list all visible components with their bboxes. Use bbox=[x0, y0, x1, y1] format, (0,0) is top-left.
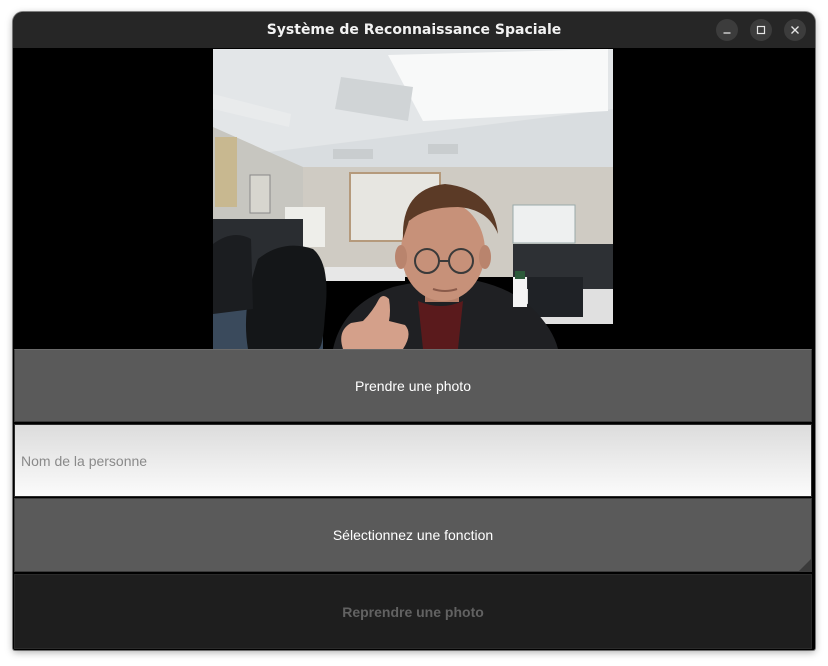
function-select-label: Sélectionnez une fonction bbox=[332, 527, 494, 543]
window-title: Système de Reconnaissance Spaciale bbox=[266, 22, 562, 38]
person-name-input[interactable] bbox=[14, 424, 812, 497]
title-bar[interactable]: Système de Reconnaissance Spaciale bbox=[13, 12, 815, 48]
take-photo-button[interactable]: Prendre une photo bbox=[14, 349, 812, 422]
app-window: Système de Reconnaissance Spaciale Prend… bbox=[13, 12, 815, 650]
camera-feed-area bbox=[13, 48, 815, 349]
minimize-icon bbox=[723, 32, 731, 34]
minimize-button[interactable] bbox=[716, 19, 738, 41]
close-icon bbox=[791, 26, 799, 34]
maximize-button[interactable] bbox=[750, 19, 772, 41]
camera-feed bbox=[213, 49, 613, 349]
function-select[interactable]: Sélectionnez une fonction bbox=[14, 498, 812, 572]
close-button[interactable] bbox=[784, 19, 806, 41]
maximize-icon bbox=[756, 25, 766, 35]
camera-feed-image bbox=[213, 49, 613, 349]
dropdown-corner-icon bbox=[799, 559, 811, 571]
retake-photo-button[interactable]: Reprendre une photo bbox=[14, 574, 812, 649]
